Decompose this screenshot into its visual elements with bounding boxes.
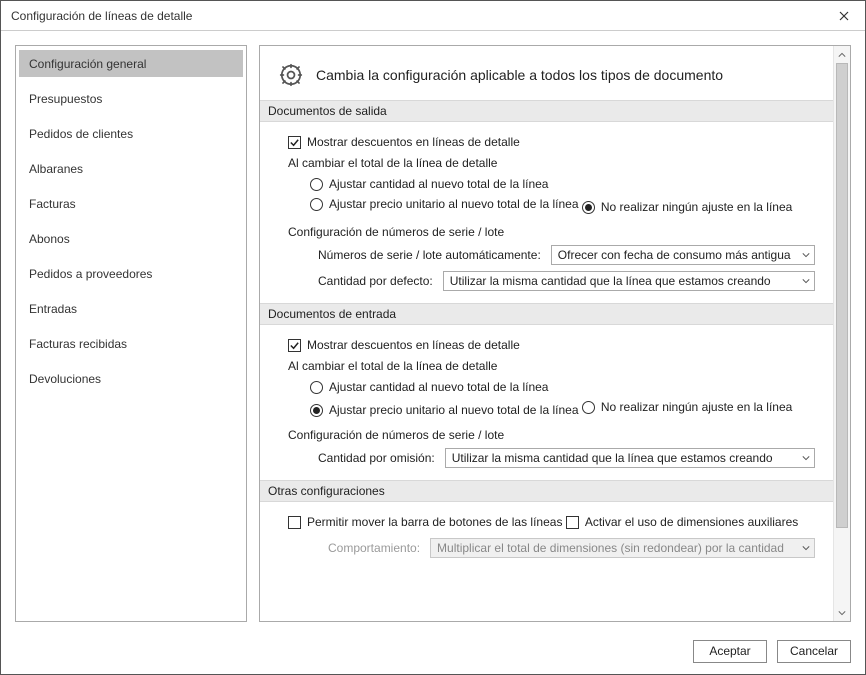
- checkbox-aux-dimensions[interactable]: Activar el uso de dimensiones auxiliares: [566, 512, 798, 532]
- section-header-other: Otras configuraciones: [260, 480, 833, 502]
- in-change-total-label: Al cambiar el total de la línea de detal…: [288, 359, 815, 373]
- scroll-up-button[interactable]: [834, 46, 850, 63]
- button-label: Aceptar: [709, 644, 750, 658]
- radio-label: No realizar ningún ajuste en la línea: [601, 200, 792, 214]
- select-out-default-qty[interactable]: Utilizar la misma cantidad que la línea …: [443, 271, 815, 291]
- radio-out-adj-qty[interactable]: Ajustar cantidad al nuevo total de la lí…: [310, 174, 548, 194]
- section-body-other: Permitir mover la barra de botones de la…: [260, 512, 833, 562]
- close-icon: [839, 11, 849, 21]
- chevron-down-icon: [838, 609, 846, 617]
- radio-label: No realizar ningún ajuste en la línea: [601, 400, 792, 414]
- section-header-in: Documentos de entrada: [260, 303, 833, 325]
- sidebar-item-general[interactable]: Configuración general: [19, 50, 243, 77]
- radio-label: Ajustar cantidad al nuevo total de la lí…: [329, 177, 548, 191]
- gear-icon: [278, 62, 304, 88]
- titlebar: Configuración de líneas de detalle: [1, 1, 865, 31]
- out-auto-label: Números de serie / lote automáticamente:: [318, 248, 541, 262]
- button-label: Cancelar: [790, 644, 838, 658]
- section-header-out: Documentos de salida: [260, 100, 833, 122]
- sidebar-item-label: Pedidos a proveedores: [29, 267, 152, 281]
- accept-button[interactable]: Aceptar: [693, 640, 767, 663]
- sidebar-item-label: Presupuestos: [29, 92, 102, 106]
- behavior-label: Comportamiento:: [328, 541, 420, 555]
- radio-in-no-adj[interactable]: No realizar ningún ajuste en la línea: [582, 397, 792, 417]
- radio-in-adj-qty[interactable]: Ajustar cantidad al nuevo total de la lí…: [310, 377, 548, 397]
- checkbox-label: Permitir mover la barra de botones de la…: [307, 515, 562, 529]
- content: Documentos de salida Mostrar descuentos …: [260, 100, 833, 570]
- sidebar-item-label: Configuración general: [29, 57, 146, 71]
- chevron-down-icon: [802, 544, 810, 552]
- sidebar-item-label: Facturas: [29, 197, 76, 211]
- sidebar-item-label: Pedidos de clientes: [29, 127, 133, 141]
- out-serial-header: Configuración de números de serie / lote: [288, 225, 815, 239]
- select-out-auto-serial[interactable]: Ofrecer con fecha de consumo más antigua: [551, 245, 815, 265]
- dialog-body: Configuración general Presupuestos Pedid…: [1, 31, 865, 628]
- sidebar-item-pedidos-clientes[interactable]: Pedidos de clientes: [19, 120, 243, 147]
- sidebar-item-facturas-recibidas[interactable]: Facturas recibidas: [19, 330, 243, 357]
- section-body-in: Mostrar descuentos en líneas de detalle …: [260, 335, 833, 480]
- sidebar-item-label: Facturas recibidas: [29, 337, 127, 351]
- checkbox-label: Mostrar descuentos en líneas de detalle: [307, 338, 520, 352]
- checkbox-out-discounts[interactable]: Mostrar descuentos en líneas de detalle: [288, 132, 520, 152]
- radio-label: Ajustar precio unitario al nuevo total d…: [329, 197, 579, 211]
- dialog-footer: Aceptar Cancelar: [1, 628, 865, 674]
- sidebar-item-label: Entradas: [29, 302, 77, 316]
- chevron-down-icon: [802, 251, 810, 259]
- checkbox-move-toolbar[interactable]: Permitir mover la barra de botones de la…: [288, 512, 562, 532]
- sidebar-item-label: Devoluciones: [29, 372, 101, 386]
- select-value: Multiplicar el total de dimensiones (sin…: [437, 541, 784, 555]
- scroll-area: Documentos de salida Mostrar descuentos …: [260, 100, 833, 621]
- out-qty-label: Cantidad por defecto:: [318, 274, 433, 288]
- vertical-scrollbar[interactable]: [833, 46, 850, 621]
- select-value: Ofrecer con fecha de consumo más antigua: [558, 248, 791, 262]
- chevron-down-icon: [802, 277, 810, 285]
- scroll-track[interactable]: [834, 63, 850, 604]
- scroll-down-button[interactable]: [834, 604, 850, 621]
- section-body-out: Mostrar descuentos en líneas de detalle …: [260, 132, 833, 303]
- window-title: Configuración de líneas de detalle: [11, 9, 192, 23]
- main-header-text: Cambia la configuración aplicable a todo…: [316, 67, 723, 83]
- sidebar-item-entradas[interactable]: Entradas: [19, 295, 243, 322]
- radio-out-no-adj[interactable]: No realizar ningún ajuste en la línea: [582, 197, 792, 217]
- chevron-down-icon: [802, 454, 810, 462]
- checkbox-label: Mostrar descuentos en líneas de detalle: [307, 135, 520, 149]
- select-value: Utilizar la misma cantidad que la línea …: [452, 451, 773, 465]
- sidebar-item-devoluciones[interactable]: Devoluciones: [19, 365, 243, 392]
- sidebar-item-label: Abonos: [29, 232, 70, 246]
- checkbox-label: Activar el uso de dimensiones auxiliares: [585, 515, 798, 529]
- window: Configuración de líneas de detalle Confi…: [0, 0, 866, 675]
- scroll-thumb[interactable]: [836, 63, 848, 528]
- cancel-button[interactable]: Cancelar: [777, 640, 851, 663]
- radio-in-adj-price[interactable]: Ajustar precio unitario al nuevo total d…: [310, 400, 579, 420]
- select-in-default-qty[interactable]: Utilizar la misma cantidad que la línea …: [445, 448, 815, 468]
- chevron-up-icon: [838, 51, 846, 59]
- main-inner: Cambia la configuración aplicable a todo…: [260, 46, 833, 621]
- in-qty-label: Cantidad por omisión:: [318, 451, 435, 465]
- radio-label: Ajustar cantidad al nuevo total de la lí…: [329, 380, 548, 394]
- radio-out-adj-price[interactable]: Ajustar precio unitario al nuevo total d…: [310, 194, 579, 214]
- sidebar-item-facturas[interactable]: Facturas: [19, 190, 243, 217]
- out-change-total-label: Al cambiar el total de la línea de detal…: [288, 156, 815, 170]
- sidebar-item-abonos[interactable]: Abonos: [19, 225, 243, 252]
- select-behavior: Multiplicar el total de dimensiones (sin…: [430, 538, 815, 558]
- sidebar-item-label: Albaranes: [29, 162, 83, 176]
- main-header: Cambia la configuración aplicable a todo…: [260, 46, 833, 100]
- sidebar-item-albaranes[interactable]: Albaranes: [19, 155, 243, 182]
- radio-label: Ajustar precio unitario al nuevo total d…: [329, 403, 579, 417]
- select-value: Utilizar la misma cantidad que la línea …: [450, 274, 771, 288]
- in-serial-header: Configuración de números de serie / lote: [288, 428, 815, 442]
- close-button[interactable]: [829, 3, 859, 29]
- sidebar: Configuración general Presupuestos Pedid…: [15, 45, 247, 622]
- sidebar-item-pedidos-proveedores[interactable]: Pedidos a proveedores: [19, 260, 243, 287]
- checkbox-in-discounts[interactable]: Mostrar descuentos en líneas de detalle: [288, 335, 520, 355]
- sidebar-item-presupuestos[interactable]: Presupuestos: [19, 85, 243, 112]
- main-panel: Cambia la configuración aplicable a todo…: [259, 45, 851, 622]
